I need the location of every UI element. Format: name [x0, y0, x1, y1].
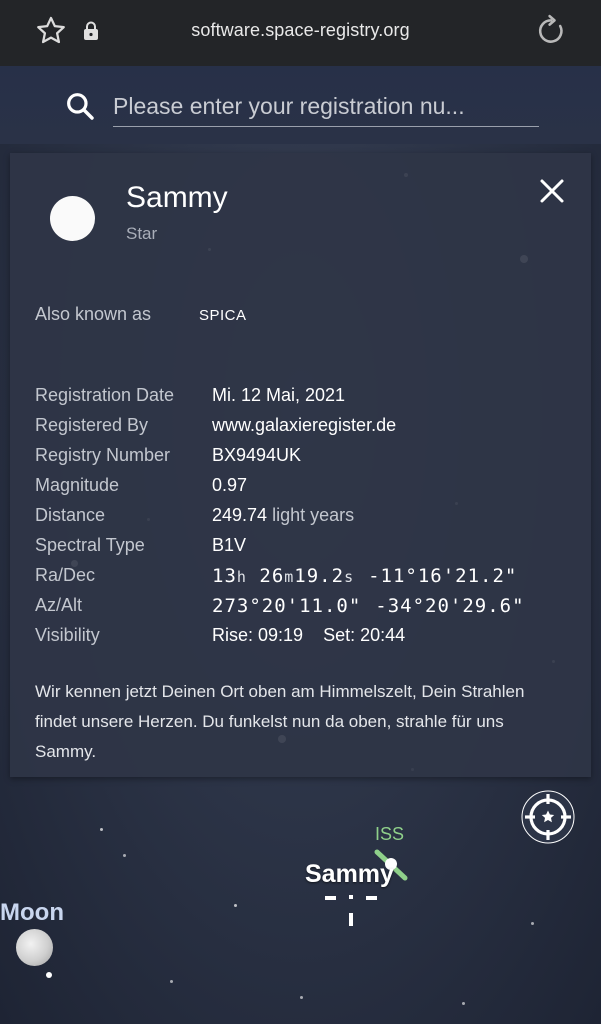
- moon-label[interactable]: Moon: [0, 899, 64, 927]
- azimuth-value: 273°20'11.0": [212, 595, 362, 617]
- registration-date-label: Registration Date: [35, 385, 175, 405]
- also-known-as-value: SPICA: [199, 307, 247, 324]
- star-dot: [46, 972, 52, 978]
- registered-by-label: Registered By: [35, 415, 149, 435]
- star-dot: [462, 1002, 465, 1005]
- ra-hours: 13: [212, 565, 237, 587]
- visibility-value: Rise: 09:19 Set: 20:44: [212, 625, 405, 646]
- registered-by-value: www.galaxieregister.de: [212, 415, 397, 435]
- iss-label[interactable]: ISS: [375, 824, 404, 845]
- search-icon[interactable]: [64, 90, 96, 122]
- star-symbol: [50, 196, 95, 241]
- spectral-type-label: Spectral Type: [35, 535, 145, 555]
- distance-unit: light years: [272, 505, 355, 525]
- search-bar: [0, 66, 601, 144]
- set-time: Set: 20:44: [323, 625, 406, 645]
- ra-hours-unit: h: [236, 568, 247, 586]
- ra-seconds-unit: s: [344, 568, 355, 586]
- browser-toolbar: software.space-registry.org: [0, 0, 601, 66]
- object-description: Wir kennen jetzt Deinen Ort oben am Himm…: [35, 682, 525, 761]
- az-alt-value: 273°20'11.0" -34°20'29.6": [212, 595, 525, 617]
- visibility-label: Visibility: [35, 625, 100, 645]
- star-dot: [100, 828, 103, 831]
- ra-dec-label: Ra/Dec: [35, 565, 96, 585]
- magnitude-value: 0.97: [212, 475, 248, 495]
- ra-minutes: 26: [259, 565, 285, 587]
- distance-number: 249.74: [212, 505, 268, 525]
- also-known-as-label: Also known as: [35, 304, 152, 324]
- ra-minutes-unit: m: [284, 568, 295, 586]
- close-icon[interactable]: [537, 176, 567, 206]
- object-info-card: Sammy Star Also known as SPICA Registrat…: [10, 153, 591, 777]
- magnitude-label: Magnitude: [35, 475, 120, 495]
- selected-object-label[interactable]: Sammy: [305, 860, 394, 889]
- center-on-object-button[interactable]: [521, 790, 575, 844]
- object-name: Sammy: [126, 181, 228, 214]
- ra-dec-value: 13h 26m19.2s -11°16'21.2": [212, 565, 517, 587]
- star-dot: [300, 996, 303, 999]
- moon-icon[interactable]: [16, 929, 53, 966]
- star-dot: [170, 980, 173, 983]
- altitude-value: -34°20'29.6": [375, 595, 525, 617]
- reload-icon[interactable]: [534, 14, 568, 48]
- distance-label: Distance: [35, 505, 106, 525]
- spectral-type-value: B1V: [212, 535, 247, 555]
- object-type: Star: [126, 224, 158, 243]
- star-dot: [234, 904, 237, 907]
- distance-value: 249.74 light years: [212, 505, 354, 526]
- dec-value: -11°16'21.2": [368, 565, 518, 587]
- star-dot: [123, 854, 126, 857]
- crosshair-marker-icon: [325, 895, 377, 926]
- registration-date-value: Mi. 12 Mai, 2021: [212, 385, 346, 405]
- registry-number-label: Registry Number: [35, 445, 171, 465]
- ra-seconds: 19.2: [294, 565, 345, 587]
- registration-number-input[interactable]: [113, 86, 539, 127]
- address-bar-url[interactable]: software.space-registry.org: [0, 20, 601, 41]
- az-alt-label: Az/Alt: [35, 595, 83, 615]
- registry-number-value: BX9494UK: [212, 445, 302, 465]
- star-dot: [531, 922, 534, 925]
- rise-time: Rise: 09:19: [212, 625, 304, 645]
